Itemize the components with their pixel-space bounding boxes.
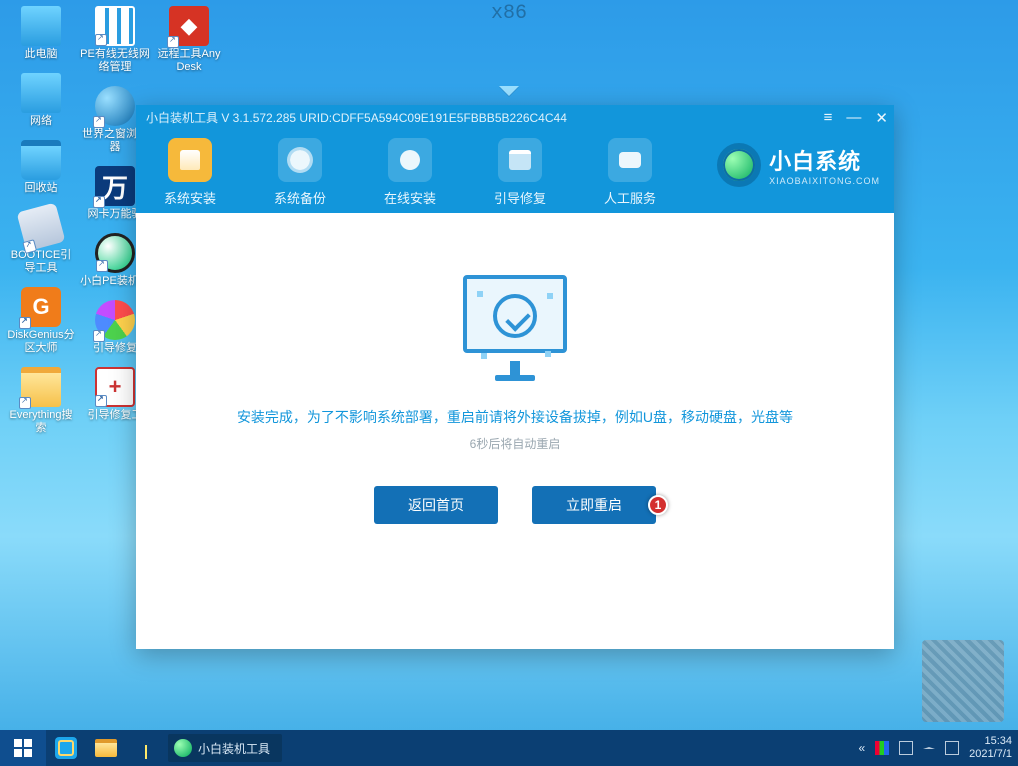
shortcut-arrow-icon [19,397,31,409]
tab-boot-repair[interactable]: 引导修复 [480,138,560,207]
repair-icon [498,138,542,182]
annotation-badge-1: 1 [648,495,668,515]
auto-reboot-countdown: 6秒后将自动重启 [136,435,894,452]
shortcut-arrow-icon [96,260,108,272]
tab-system-backup[interactable]: 系统备份 [260,138,340,207]
qr-watermark [922,640,1004,722]
brand-logo-icon [717,143,761,187]
back-home-button[interactable]: 返回首页 [374,486,498,524]
brand: 小白系统 XIAOBAIXITONG.COM [717,143,880,187]
app-body: 安装完成，为了不影响系统部署，重启前请将外接设备拔掉，例如U盘，移动硬盘，光盘等… [136,269,894,705]
clock-time: 15:34 [969,735,1012,748]
shortcut-arrow-icon [93,116,105,128]
app-icon [174,739,192,757]
desktop-icon-pe-net[interactable]: PE有线无线网络管理 [78,6,152,74]
desktop-icon-recycle-bin[interactable]: 回收站 [4,140,78,195]
close-button[interactable]: ✕ [875,109,888,127]
taskbar-clock[interactable]: 15:34 2021/7/1 [969,735,1012,761]
browser-icon [55,737,77,759]
app-header: 小白装机工具 V 3.1.572.285 URID:CDFF5A594C09E1… [136,105,894,213]
desktop-icon-everything[interactable]: Everything搜索 [4,367,78,435]
dropdown-indicator-icon [499,86,519,96]
app-title: 小白装机工具 V 3.1.572.285 URID:CDFF5A594C09E1… [146,109,567,126]
shortcut-arrow-icon [167,36,179,48]
taskbar-wifi-button[interactable] [126,730,166,766]
taskbar-task-label: 小白装机工具 [198,740,270,757]
windows-logo-icon [14,739,32,757]
taskbar-browser-button[interactable] [46,730,86,766]
shortcut-arrow-icon [93,196,105,208]
download-icon [388,138,432,182]
app-tabs: 系统安装 系统备份 在线安装 引导修复 人工服务 [150,138,670,207]
desktop-icon-bootice[interactable]: BOOTICE引导工具 [4,207,78,275]
install-complete-message: 安装完成，为了不影响系统部署，重启前请将外接设备拔掉，例如U盘，移动硬盘，光盘等 [136,407,894,427]
app-window-xiaobai: 小白装机工具 V 3.1.572.285 URID:CDFF5A594C09E1… [136,105,894,649]
reboot-now-button[interactable]: 立即重启 1 [532,486,656,524]
start-button[interactable] [0,730,46,766]
folder-icon [95,739,117,757]
taskbar-task-xiaobai[interactable]: 小白装机工具 [168,734,282,762]
desktop-icon-anydesk[interactable]: ◆远程工具AnyDesk [152,6,226,74]
tray-display-icon[interactable] [899,741,913,755]
brand-sub: XIAOBAIXITONG.COM [769,176,880,186]
chat-icon [608,138,652,182]
menu-button[interactable]: ≡ [824,109,833,127]
tray-monitor-icon[interactable] [945,741,959,755]
tray-show-hidden[interactable]: « [858,741,865,755]
desktop[interactable]: x86 此电脑 网络 回收站 BOOTICE引导工具 GDiskGenius分区… [0,0,1018,766]
desktop-icon-network[interactable]: 网络 [4,73,78,128]
tray-flag-icon[interactable] [875,741,889,755]
tab-manual-service[interactable]: 人工服务 [590,138,670,207]
wifi-icon [135,737,157,759]
tray-eject-icon[interactable] [923,747,935,749]
tab-online-install[interactable]: 在线安装 [370,138,450,207]
clock-date: 2021/7/1 [969,748,1012,761]
brand-name: 小白系统 [769,144,880,176]
gear-icon [278,138,322,182]
shortcut-arrow-icon [19,317,31,329]
taskbar: 小白装机工具 « 15:34 2021/7/1 [0,730,1018,766]
desktop-icon-this-pc[interactable]: 此电脑 [4,6,78,61]
taskbar-explorer-button[interactable] [86,730,126,766]
success-illustration [451,269,579,387]
folder-icon [168,138,212,182]
minimize-button[interactable]: — [846,109,861,127]
desktop-icon-diskgenius[interactable]: GDiskGenius分区大师 [4,287,78,355]
shortcut-arrow-icon [93,330,105,342]
shortcut-arrow-icon [95,34,107,46]
arch-watermark: x86 [491,2,527,25]
tab-system-install[interactable]: 系统安装 [150,138,230,207]
shortcut-arrow-icon [95,395,107,407]
